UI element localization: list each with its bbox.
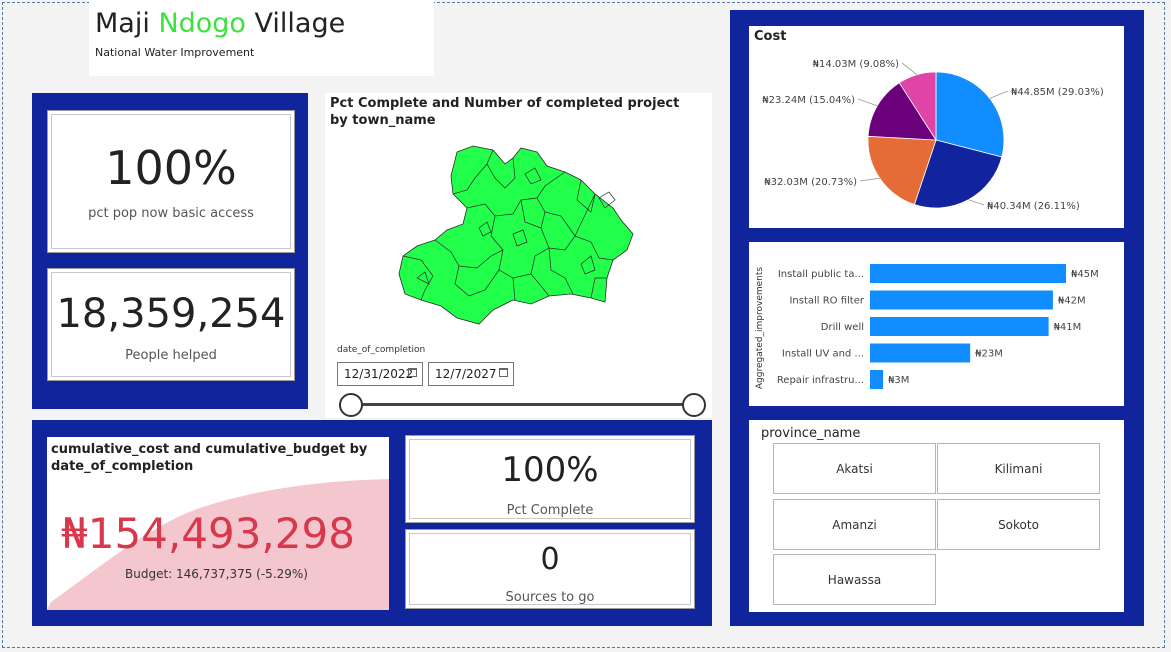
bar-data-label: ₦45M [1071, 269, 1099, 280]
pie-leader-line [968, 199, 985, 206]
map-region [398, 145, 634, 325]
title-part-accent: Ndogo [158, 8, 246, 39]
pie-leader-line [857, 98, 878, 107]
bar-data-label: ₦41M [1054, 322, 1082, 333]
improvements-bar-chart[interactable]: Aggregated_improvements Install public ta… [749, 242, 1124, 406]
title-part-1: Maji [95, 8, 159, 39]
province-slicer[interactable]: province_name Akatsi Kilimani Amanzi Sok… [749, 420, 1124, 612]
bar-data-label: ₦3M [888, 375, 909, 386]
pie-leader-line [859, 177, 880, 182]
pie-data-label: ₦14.03M (9.08%) [813, 59, 899, 70]
pie-leader-line [989, 90, 1009, 99]
province-option-amanzi[interactable]: Amanzi [773, 499, 936, 550]
page-subtitle: National Water Improvement [95, 46, 255, 59]
kpi-sources-value: 0 [540, 542, 560, 577]
province-option-sokoto[interactable]: Sokoto [937, 499, 1100, 550]
date-start-value: 12/31/2022 [344, 367, 414, 381]
bar-category-label: Repair infrastru... [777, 375, 864, 386]
date-start-input[interactable]: 12/31/2022 [337, 362, 423, 386]
pie-data-label: ₦32.03M (20.73%) [764, 177, 857, 188]
kpi-card-pct-complete: 100% Pct Complete [405, 435, 695, 523]
cost-pie-card[interactable]: Cost ₦44.85M (29.03%) ₦40.34M (26.11%) ₦32… [749, 26, 1124, 228]
bar[interactable] [870, 317, 1049, 336]
kpi-card-sources: 0 Sources to go [405, 529, 695, 609]
improvements-bar-card[interactable]: Aggregated_improvements Install public ta… [749, 242, 1124, 406]
header-card: Maji Ndogo Village National Water Improv… [89, 0, 434, 76]
kpi-people-label: People helped [125, 348, 217, 363]
kpi-sources-label: Sources to go [505, 590, 595, 605]
bar[interactable] [870, 343, 971, 363]
pie-data-label: ₦44.85M (29.03%) [1011, 87, 1104, 98]
page-title: Maji Ndogo Village [95, 8, 345, 39]
kpi-people-value: 18,359,254 [56, 291, 286, 337]
pie-data-label: ₦23.24M (15.04%) [762, 95, 855, 106]
bar-axis-title: Aggregated_improvements [755, 267, 765, 390]
province-option-hawassa[interactable]: Hawassa [773, 554, 936, 605]
kpi-access-value: 100% [105, 141, 237, 195]
kpi-pct-complete-label: Pct Complete [506, 503, 594, 518]
bar[interactable] [870, 370, 884, 389]
pie-leader-line [901, 62, 918, 76]
date-slicer-label: date_of_completion [337, 345, 426, 355]
kpi-access-label: pct pop now basic access [88, 206, 254, 221]
bar-category-label: Install RO filter [789, 296, 864, 307]
cumulative-budget: Budget: 146,737,375 (-5.29%) [125, 567, 308, 581]
map-visual[interactable]: Pct Complete and Number of completed pro… [325, 93, 712, 418]
bar-data-label: ₦23M [975, 349, 1003, 360]
pie-data-label: ₦40.34M (26.11%) [987, 201, 1080, 212]
town-map[interactable] [395, 138, 645, 328]
bar[interactable] [870, 290, 1053, 310]
bar-category-label: Drill well [821, 322, 864, 333]
date-end-input[interactable]: 12/7/2027 [428, 362, 514, 386]
date-slider-track[interactable] [351, 403, 694, 406]
map-title: Pct Complete and Number of completed pro… [330, 96, 680, 128]
bar[interactable] [870, 264, 1066, 283]
cumulative-value: ₦154,493,298 [61, 509, 355, 558]
province-slicer-title: province_name [761, 426, 861, 441]
kpi-pct-complete-value: 100% [501, 450, 599, 490]
province-option-kilimani[interactable]: Kilimani [937, 443, 1100, 494]
calendar-icon[interactable] [499, 368, 508, 377]
bar-category-label: Install public ta... [778, 269, 864, 280]
cumulative-card[interactable]: cumulative_cost and cumulative_budget by… [47, 437, 389, 610]
date-slider-handle-start[interactable] [339, 393, 363, 417]
kpi-card-people: 18,359,254 People helped [47, 268, 295, 381]
kpi-card-access: 100% pct pop now basic access [47, 110, 295, 253]
bar-category-label: Install UV and ... [782, 349, 864, 360]
cumulative-title: cumulative_cost and cumulative_budget by… [51, 442, 368, 474]
cost-pie-chart[interactable]: ₦44.85M (29.03%) ₦40.34M (26.11%) ₦32.03M … [749, 26, 1124, 228]
calendar-icon[interactable] [408, 368, 417, 377]
date-end-value: 12/7/2027 [435, 367, 497, 381]
province-option-akatsi[interactable]: Akatsi [773, 443, 936, 494]
date-slider-handle-end[interactable] [682, 393, 706, 417]
title-part-3: Village [245, 8, 346, 39]
bar-data-label: ₦42M [1058, 296, 1086, 307]
